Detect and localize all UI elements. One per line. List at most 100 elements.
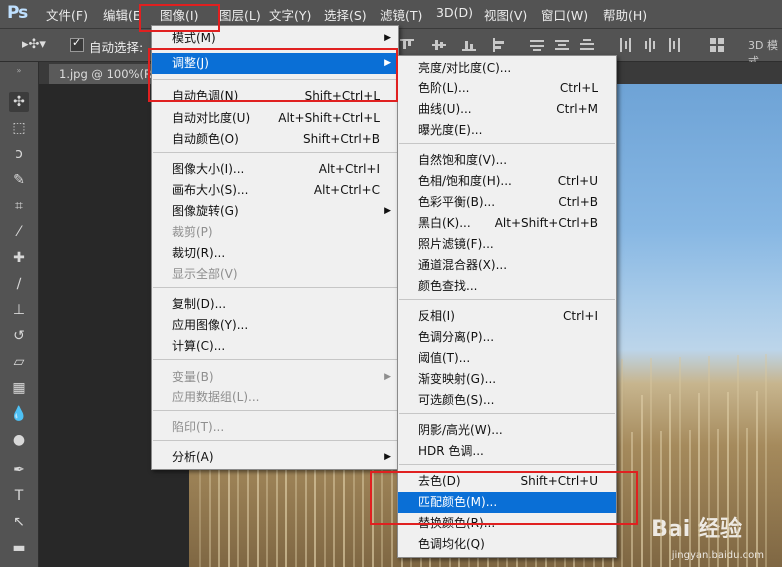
reed-stalk	[688, 430, 691, 567]
menu-item-label: 计算(C)...	[172, 339, 226, 353]
image-menu-item[interactable]: 复制(D)...	[152, 294, 398, 315]
reed-stalk	[650, 358, 653, 567]
blur-tool-icon[interactable]: 💧	[9, 404, 29, 424]
image-menu-item[interactable]: 陷印(T)...	[152, 417, 398, 438]
adjust-menu-item[interactable]: 色调均化(Q)	[398, 534, 616, 555]
menu-item-label: 阈值(T)...	[418, 351, 471, 365]
image-menu-item[interactable]: 图像旋转(G) ▶	[152, 201, 398, 222]
marquee-tool-icon[interactable]: ⬚	[9, 118, 29, 138]
image-menu-item[interactable]: 应用数据组(L)...	[152, 387, 398, 408]
menu-8[interactable]: 视图(V)	[484, 5, 527, 24]
menu-item-label: 应用数据组(L)...	[172, 390, 260, 404]
auto-align-icon[interactable]	[710, 38, 724, 52]
eraser-tool-icon[interactable]: ▱	[9, 352, 29, 372]
submenu-arrow-icon: ▶	[384, 372, 391, 382]
path-select-tool-icon[interactable]: ↖	[9, 512, 29, 532]
reed-stalk	[698, 393, 701, 567]
adjust-menu-item[interactable]: 色阶(L)... Ctrl+L	[398, 78, 616, 99]
menu-item-label: 色调均化(Q)	[418, 537, 485, 551]
adjust-menu-item[interactable]: 可选颜色(S)...	[398, 390, 616, 411]
reed-stalk	[736, 355, 739, 567]
menu-10[interactable]: 帮助(H)	[603, 5, 647, 24]
move-tool-preset-icon[interactable]: ▸✣▾	[22, 37, 46, 52]
lasso-tool-icon[interactable]: ↄ	[9, 144, 29, 164]
adjust-menu-item[interactable]: 颜色查找...	[398, 276, 616, 297]
adjust-menu-item[interactable]: 黑白(K)... Alt+Shift+Ctrl+B	[398, 213, 616, 234]
adjust-menu-item[interactable]: 色相/饱和度(H)... Ctrl+U	[398, 171, 616, 192]
adjust-menu-item[interactable]: 亮度/对比度(C)...	[398, 58, 616, 79]
menu-5[interactable]: 选择(S)	[324, 5, 367, 24]
type-tool-icon[interactable]: T	[9, 486, 29, 506]
adjust-menu-item[interactable]: HDR 色调...	[398, 441, 616, 462]
menu-item-label: 显示全部(V)	[172, 267, 238, 281]
image-menu-item[interactable]: 应用图像(Y)...	[152, 315, 398, 336]
adjust-menu-item[interactable]: 曲线(U)... Ctrl+M	[398, 99, 616, 120]
image-menu-item[interactable]: 图像大小(I)... Alt+Ctrl+I	[152, 159, 398, 180]
adjust-menu-item[interactable]: 照片滤镜(F)...	[398, 234, 616, 255]
adjust-menu-item[interactable]: 阈值(T)...	[398, 348, 616, 369]
menu-item-label: 色彩平衡(B)...	[418, 195, 496, 209]
menu-9[interactable]: 窗口(W)	[541, 5, 588, 24]
healing-brush-tool-icon[interactable]: ✚	[9, 248, 29, 268]
image-menu-item[interactable]: 画布大小(S)... Alt+Ctrl+C	[152, 180, 398, 201]
image-menu-item[interactable]: 裁切(R)...	[152, 243, 398, 264]
align-top-icon[interactable]	[400, 38, 414, 52]
panel-collapse-icon[interactable]: »	[9, 66, 29, 75]
distribute-vcenter-icon[interactable]	[555, 38, 569, 52]
adjust-menu-item[interactable]: 曝光度(E)...	[398, 120, 616, 141]
align-bottom-icon[interactable]	[462, 38, 476, 52]
menu-item-label: 图像大小(I)...	[172, 162, 245, 176]
adjust-menu-item[interactable]: 反相(I) Ctrl+I	[398, 306, 616, 327]
distribute-hcenter-icon[interactable]	[643, 38, 657, 52]
menu-item-label: 复制(D)...	[172, 297, 227, 311]
menu-separator	[153, 152, 397, 153]
dodge-tool-icon[interactable]: ●	[9, 430, 29, 450]
align-vcenter-icon[interactable]	[432, 38, 446, 52]
image-menu-item[interactable]: 裁剪(P)	[152, 222, 398, 243]
clone-stamp-tool-icon[interactable]: ⊥	[9, 300, 29, 320]
reed-stalk	[659, 431, 662, 567]
menu-0[interactable]: 文件(F)	[46, 5, 88, 24]
image-menu-item[interactable]: 自动对比度(U) Alt+Shift+Ctrl+L	[152, 108, 398, 129]
gradient-tool-icon[interactable]: ▦	[9, 378, 29, 398]
distribute-right-icon[interactable]	[668, 38, 682, 52]
move-tool-icon[interactable]: ✣	[9, 92, 29, 112]
adjust-menu-item[interactable]: 自然饱和度(V)...	[398, 150, 616, 171]
crop-tool-icon[interactable]: ⌗	[9, 196, 29, 216]
image-menu-item[interactable]: 显示全部(V)	[152, 264, 398, 285]
image-menu-item[interactable]: 自动颜色(O) Shift+Ctrl+B	[152, 129, 398, 150]
distribute-top-icon[interactable]	[530, 38, 544, 52]
adjust-menu-item[interactable]: 通道混合器(X)...	[398, 255, 616, 276]
rectangle-tool-icon[interactable]: ▬	[9, 538, 29, 558]
distribute-left-icon[interactable]	[618, 38, 632, 52]
menu-item-label: HDR 色调...	[418, 444, 484, 458]
quick-select-tool-icon[interactable]: ✎	[9, 170, 29, 190]
menu-separator	[399, 299, 615, 300]
menu-item-label: 通道混合器(X)...	[418, 258, 508, 272]
image-menu-item[interactable]: 变量(B) ▶	[152, 367, 398, 388]
annotation-match-color	[370, 471, 638, 525]
image-menu-item[interactable]: 分析(A) ▶	[152, 447, 398, 468]
eyedropper-tool-icon[interactable]: ⁄	[9, 222, 29, 242]
menu-item-shortcut: Alt+Ctrl+I	[318, 162, 380, 176]
menu-item-shortcut: Alt+Ctrl+C	[313, 183, 380, 197]
distribute-bottom-icon[interactable]	[580, 38, 594, 52]
menu-6[interactable]: 滤镜(T)	[380, 5, 422, 24]
auto-select-checkbox[interactable]	[70, 36, 84, 52]
menu-1[interactable]: 编辑(E	[103, 5, 141, 24]
image-menu-item[interactable]: 计算(C)...	[152, 336, 398, 357]
adjust-menu-item[interactable]: 渐变映射(G)...	[398, 369, 616, 390]
history-brush-tool-icon[interactable]: ↺	[9, 326, 29, 346]
brush-tool-icon[interactable]: ∕	[9, 274, 29, 294]
adjust-menu-item[interactable]: 色彩平衡(B)... Ctrl+B	[398, 192, 616, 213]
reed-stalk	[640, 395, 643, 567]
menu-4[interactable]: 文字(Y)	[269, 5, 311, 24]
tools-panel: » ✣ ⬚ ↄ ✎ ⌗ ⁄ ✚ ∕ ⊥ ↺ ▱ ▦ 💧 ● ✒ T ↖ ▬	[0, 62, 39, 567]
pen-tool-icon[interactable]: ✒	[9, 460, 29, 480]
adjust-menu-item[interactable]: 阴影/高光(W)...	[398, 420, 616, 441]
menu-3[interactable]: 图层(L)	[219, 5, 261, 24]
adjust-menu-item[interactable]: 色调分离(P)...	[398, 327, 616, 348]
reed-stalk	[707, 356, 710, 567]
align-left-icon[interactable]	[492, 38, 506, 52]
menu-7[interactable]: 3D(D)	[436, 5, 473, 20]
